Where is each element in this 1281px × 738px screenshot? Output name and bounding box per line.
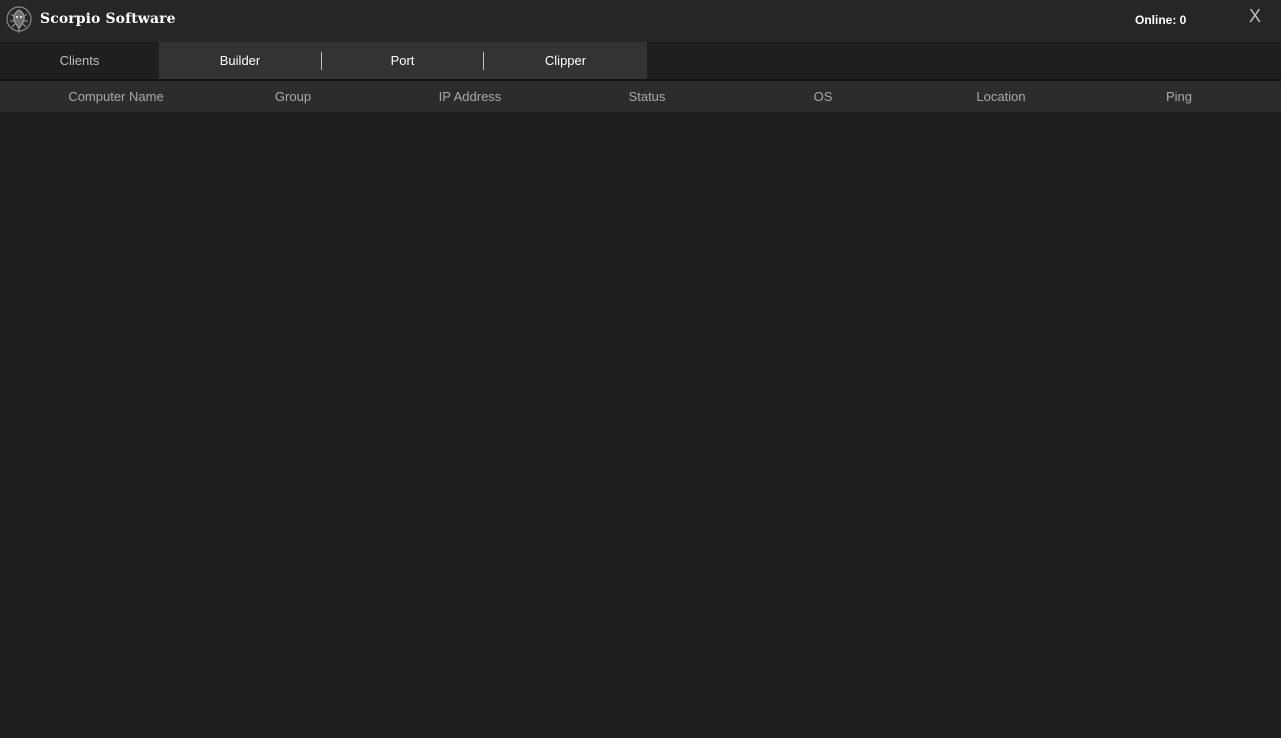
column-header-group[interactable]: Group <box>233 81 353 112</box>
column-header-computer-name[interactable]: Computer Name <box>36 81 196 112</box>
online-count-label: Online: 0 <box>1135 13 1187 27</box>
column-header-os[interactable]: OS <box>763 81 883 112</box>
title-bar[interactable]: Scorpio Software Online: 0 X <box>0 0 1281 42</box>
column-header-status[interactable]: Status <box>587 81 707 112</box>
tab-builder[interactable]: Builder <box>159 42 321 80</box>
clients-table-header: Computer Name Group IP Address Status OS… <box>0 81 1281 112</box>
clients-list[interactable] <box>0 112 1281 738</box>
tab-port[interactable]: Port <box>322 42 483 80</box>
scorpion-logo-icon <box>6 6 32 33</box>
column-header-ping[interactable]: Ping <box>1119 81 1239 112</box>
column-header-ip-address[interactable]: IP Address <box>400 81 540 112</box>
tab-clipper[interactable]: Clipper <box>484 42 647 80</box>
app-title: Scorpio Software <box>40 11 176 27</box>
tab-clients[interactable]: Clients <box>0 42 159 80</box>
close-button[interactable]: X <box>1243 4 1267 28</box>
main-window: Scorpio Software Online: 0 X Clients Bui… <box>0 0 1281 738</box>
tab-bar: Clients Builder Port Clipper <box>0 42 1281 80</box>
column-header-location[interactable]: Location <box>941 81 1061 112</box>
